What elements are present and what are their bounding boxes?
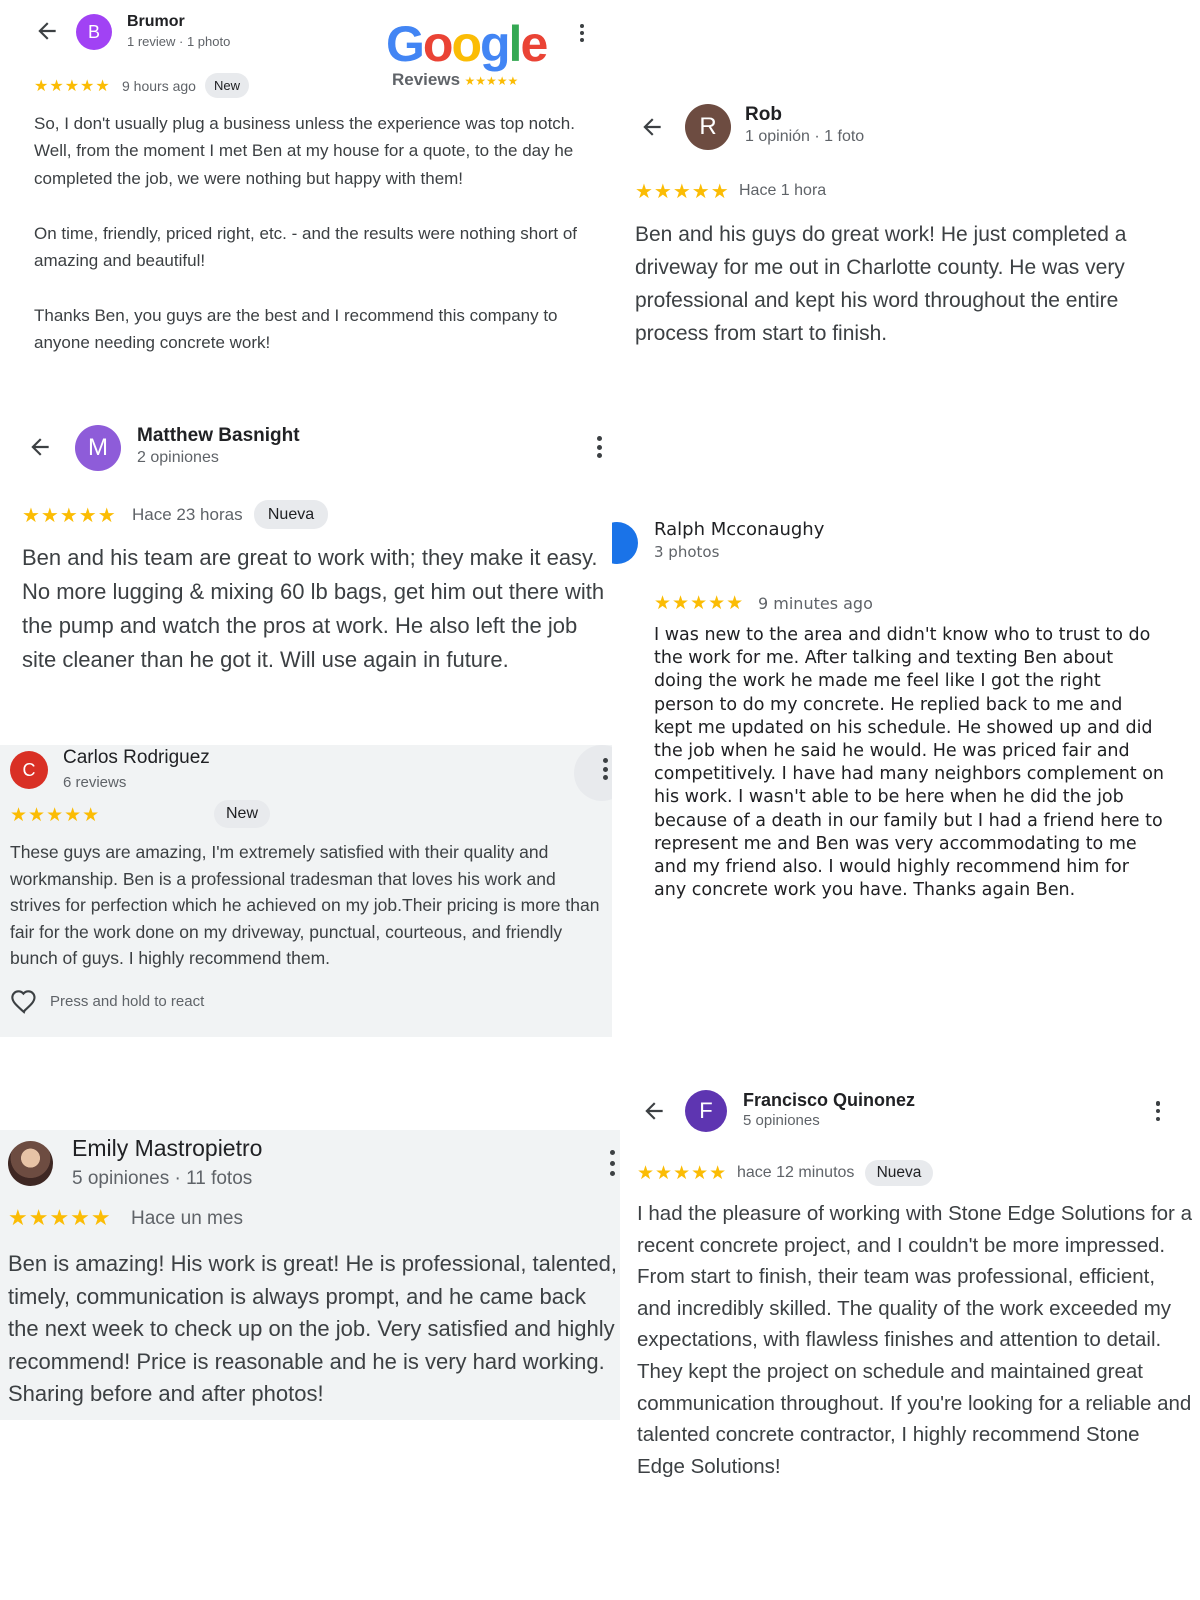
- reviewer-meta: 5 opiniones: [743, 1112, 820, 1129]
- reviewer-meta: 3 photos: [654, 543, 720, 561]
- reviewer-name[interactable]: Carlos Rodriguez: [63, 747, 210, 769]
- google-reviews-label: Reviews: [392, 70, 461, 89]
- reviewer-name[interactable]: Rob: [745, 104, 782, 126]
- more-options-icon[interactable]: [577, 24, 587, 42]
- more-options-icon[interactable]: [600, 758, 610, 780]
- star-rating: ★★★★★: [34, 78, 111, 95]
- star-rating: ★★★★★: [635, 181, 730, 203]
- avatar: R: [685, 104, 731, 150]
- back-arrow-icon[interactable]: [641, 1098, 667, 1124]
- star-rating: ★★★★★: [654, 593, 745, 614]
- star-rating: ★★★★★: [637, 1163, 728, 1184]
- react-label[interactable]: Press and hold to react: [50, 993, 204, 1010]
- more-options-icon[interactable]: [1153, 1101, 1163, 1121]
- google-reviews-logo: Google Reviews ★★★★★: [386, 16, 548, 96]
- reviewer-name[interactable]: Matthew Basnight: [137, 425, 300, 447]
- avatar: M: [75, 425, 121, 471]
- review-card-brumor: B Brumor 1 review · 1 photo Google Revie…: [0, 0, 612, 395]
- heart-icon[interactable]: [10, 988, 38, 1014]
- star-rating: ★★★★★: [10, 805, 101, 826]
- google-wordmark: Google: [386, 16, 548, 72]
- review-time: hace 12 minutos: [737, 1164, 855, 1181]
- avatar: F: [685, 1090, 727, 1132]
- new-badge: New: [205, 73, 249, 98]
- review-card-rob: R Rob 1 opinión · 1 foto ★★★★★ Hace 1 ho…: [612, 90, 1200, 370]
- reviewer-meta: 5 opiniones · 11 fotos: [72, 1168, 253, 1189]
- review-card-matthew: M Matthew Basnight 2 opiniones ★★★★★ Hac…: [0, 410, 612, 730]
- review-text: These guys are amazing, I'm extremely sa…: [10, 842, 600, 968]
- review-card-ralph: Ralph Mcconaughy 3 photos ★★★★★ 9 minute…: [612, 505, 1200, 945]
- back-arrow-icon[interactable]: [639, 114, 665, 140]
- review-time: 9 minutes ago: [758, 594, 873, 613]
- reviewer-meta: 1 opinión · 1 foto: [745, 128, 865, 145]
- review-text: I had the pleasure of working with Stone…: [637, 1202, 1192, 1478]
- google-logo-stars: ★★★★★: [464, 74, 519, 88]
- review-text: I was new to the area and didn't know wh…: [654, 625, 1165, 901]
- review-time: Hace un mes: [131, 1208, 243, 1229]
- avatar: B: [76, 14, 112, 50]
- avatar-photo: [8, 1141, 53, 1186]
- new-badge: Nueva: [254, 500, 328, 529]
- avatar-partial: [612, 522, 638, 564]
- review-text: Ben is amazing! His work is great! He is…: [8, 1251, 617, 1406]
- reviewer-meta: 6 reviews: [63, 774, 127, 791]
- more-options-icon[interactable]: [594, 436, 604, 458]
- review-card-francisco: F Francisco Quinonez 5 opiniones ★★★★★ h…: [620, 1080, 1200, 1530]
- new-badge: Nueva: [865, 1160, 933, 1186]
- back-arrow-icon[interactable]: [27, 434, 53, 460]
- reviewer-meta: 2 opiniones: [137, 449, 219, 466]
- reviewer-name[interactable]: Brumor: [127, 13, 185, 31]
- review-card-carlos: C Carlos Rodriguez 6 reviews ★★★★★ New T…: [0, 745, 612, 1037]
- back-arrow-icon[interactable]: [34, 18, 60, 44]
- review-time: 9 hours ago: [122, 78, 196, 94]
- new-badge: New: [214, 800, 270, 828]
- more-options-icon[interactable]: [607, 1150, 617, 1176]
- review-card-emily: Emily Mastropietro 5 opiniones · 11 foto…: [0, 1130, 620, 1420]
- reviewer-name[interactable]: Francisco Quinonez: [743, 1090, 915, 1111]
- reviewer-name[interactable]: Emily Mastropietro: [72, 1135, 262, 1162]
- star-rating: ★★★★★: [8, 1205, 112, 1230]
- review-time: Hace 1 hora: [739, 182, 827, 199]
- star-rating: ★★★★★: [22, 505, 117, 527]
- reviewer-meta: 1 review · 1 photo: [127, 34, 231, 49]
- reviewer-name[interactable]: Ralph Mcconaughy: [654, 519, 824, 540]
- review-text: Ben and his guys do great work! He just …: [635, 223, 1127, 345]
- review-time: Hace 23 horas: [132, 505, 243, 524]
- review-text: So, I don't usually plug a business unle…: [34, 114, 577, 353]
- review-text: Ben and his team are great to work with;…: [22, 545, 605, 672]
- avatar: C: [10, 751, 48, 789]
